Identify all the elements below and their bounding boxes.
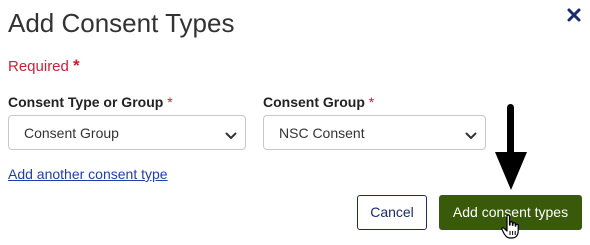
consent-group-label: Consent Group *: [263, 93, 374, 111]
close-icon[interactable]: [565, 6, 583, 24]
dialog-title: Add Consent Types: [8, 8, 235, 38]
required-note: Required *: [8, 56, 80, 77]
consent-group-label-text: Consent Group: [263, 94, 365, 110]
consent-type-label-text: Consent Type or Group: [8, 94, 164, 110]
consent-type-label: Consent Type or Group *: [8, 93, 173, 111]
add-another-consent-type-link[interactable]: Add another consent type: [8, 165, 168, 183]
consent-type-select[interactable]: Consent Group: [8, 115, 246, 150]
consent-type-select-value: Consent Group: [24, 125, 119, 141]
cancel-button[interactable]: Cancel: [357, 195, 427, 230]
required-star: *: [73, 56, 80, 75]
required-note-text: Required: [8, 58, 69, 75]
add-consent-types-dialog: Add Consent Types Required * Consent Typ…: [0, 0, 590, 240]
hand-pointer-icon: [501, 214, 521, 240]
chevron-down-icon: [465, 128, 477, 139]
down-arrow-icon: [494, 100, 528, 192]
consent-group-select[interactable]: NSC Consent: [263, 115, 486, 150]
consent-group-select-value: NSC Consent: [279, 125, 365, 141]
consent-group-required-marker: *: [368, 94, 375, 110]
consent-type-required-marker: *: [167, 94, 173, 110]
chevron-down-icon: [225, 128, 237, 139]
